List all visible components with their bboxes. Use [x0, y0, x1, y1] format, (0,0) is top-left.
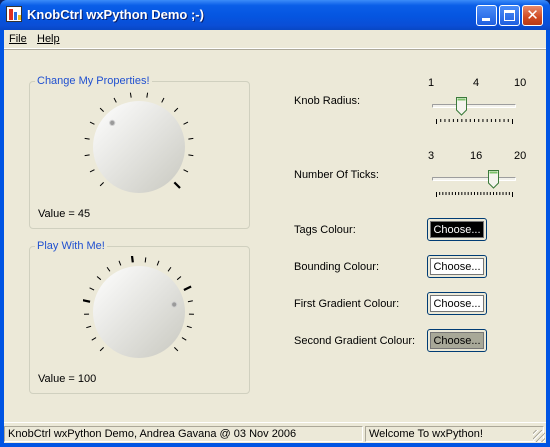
knob-tick — [96, 276, 102, 281]
knob-tick — [84, 154, 90, 157]
knob-tick — [113, 97, 117, 103]
knob-indicator — [109, 119, 116, 127]
first-gradient-colour-swatch: Choose... — [430, 295, 484, 312]
knob-tick — [174, 107, 179, 112]
menu-bar: File Help — [4, 30, 546, 49]
app-icon[interactable] — [6, 6, 22, 22]
knob-radius-ticks — [436, 119, 513, 124]
close-icon: ✕ — [526, 6, 539, 24]
first-gradient-colour-button[interactable]: Choose... — [427, 292, 487, 315]
status-bar: KnobCtrl wxPython Demo, Andrea Gavana @ … — [4, 422, 546, 443]
knob-tick — [89, 169, 95, 173]
bounding-colour-swatch: Choose... — [430, 258, 484, 275]
first-gradient-colour-label: First Gradient Colour: — [294, 298, 400, 310]
knob-indicator — [171, 301, 178, 308]
maximize-button[interactable] — [499, 5, 520, 26]
tags-colour-button[interactable]: Choose... — [427, 218, 487, 241]
knob-radius-thumb[interactable] — [456, 97, 468, 116]
menu-file-label: File — [9, 33, 27, 45]
status-field-right: Welcome To wxPython! — [365, 426, 544, 442]
knob-tick — [106, 266, 111, 272]
menu-file[interactable]: File — [9, 33, 27, 45]
knob1-value: Value = 45 — [38, 208, 91, 220]
menu-help-label: Help — [37, 33, 60, 45]
close-button[interactable]: ✕ — [522, 5, 543, 26]
knob-tick — [188, 137, 194, 140]
second-gradient-colour-swatch: Choose... — [430, 332, 484, 349]
knob-tick — [129, 92, 132, 98]
knob-tick — [161, 97, 165, 103]
knob-radius-label: Knob Radius: — [294, 95, 361, 107]
knob-tick — [173, 181, 181, 189]
knob-tick — [144, 257, 147, 263]
knob-tick — [174, 347, 179, 352]
number-of-ticks-track[interactable] — [432, 177, 516, 181]
knob-tick — [130, 256, 134, 263]
number-of-ticks-slider[interactable]: 3 16 20 — [428, 150, 527, 200]
knob-face[interactable] — [93, 266, 185, 358]
knob-tick — [156, 260, 160, 266]
knob-radius-value-label: 4 — [473, 77, 480, 89]
window-title: KnobCtrl wxPython Demo ;-) — [27, 7, 204, 22]
knob-tick — [181, 337, 187, 341]
knob1-control[interactable] — [83, 91, 195, 203]
knob-tick — [99, 107, 104, 112]
number-of-ticks-thumb[interactable] — [487, 170, 499, 189]
knob-tick — [167, 266, 172, 272]
menu-help[interactable]: Help — [37, 33, 60, 45]
knob1-group-title: Change My Properties! — [35, 75, 152, 87]
status-field-left: KnobCtrl wxPython Demo, Andrea Gavana @ … — [4, 426, 363, 442]
client-area: File Help Change My Properties! Value = … — [4, 30, 546, 443]
second-gradient-colour-button[interactable]: Choose... — [427, 329, 487, 352]
minimize-icon — [482, 18, 490, 21]
knob-tick — [89, 121, 95, 125]
number-of-ticks-ticks — [436, 192, 513, 197]
knob-tick — [91, 337, 97, 341]
knob-radius-slider[interactable]: 1 4 10 — [428, 77, 527, 127]
knob-tick — [84, 137, 90, 140]
knob-tick — [183, 285, 192, 292]
knob-tick — [86, 325, 92, 329]
knob-tick — [89, 287, 95, 291]
tags-colour-label: Tags Colour: — [294, 224, 356, 236]
knob-tick — [187, 300, 193, 303]
knob-tick — [99, 347, 104, 352]
knob2-group-title: Play With Me! — [35, 240, 107, 252]
tags-colour-swatch: Choose... — [430, 221, 484, 238]
knob-tick — [183, 121, 189, 125]
second-gradient-colour-label: Second Gradient Colour: — [294, 335, 416, 347]
knob-tick — [118, 260, 122, 266]
knob-tick — [183, 169, 189, 173]
knob2-control[interactable] — [83, 256, 195, 368]
knob-radius-max-label: 10 — [514, 77, 527, 89]
size-grip-icon[interactable] — [533, 430, 545, 442]
title-bar[interactable]: KnobCtrl wxPython Demo ;-) ✕ — [0, 0, 550, 30]
number-of-ticks-max-label: 20 — [514, 150, 527, 162]
bounding-colour-label: Bounding Colour: — [294, 261, 380, 273]
number-of-ticks-value-label: 16 — [470, 150, 483, 162]
knob2-value: Value = 100 — [38, 373, 97, 385]
knob-tick — [188, 154, 194, 157]
bounding-colour-button[interactable]: Choose... — [427, 255, 487, 278]
maximize-icon — [504, 10, 515, 21]
knob-tick — [99, 182, 104, 187]
knob-face[interactable] — [93, 101, 185, 193]
knob-tick — [176, 276, 182, 281]
main-window: KnobCtrl wxPython Demo ;-) ✕ File Help C… — [0, 0, 550, 447]
knob-tick — [146, 92, 149, 98]
minimize-button[interactable] — [476, 5, 497, 26]
knob-tick — [83, 299, 91, 303]
knob-radius-track[interactable] — [432, 104, 516, 108]
number-of-ticks-label: Number Of Ticks: — [294, 169, 379, 181]
number-of-ticks-min-label: 3 — [428, 150, 435, 162]
knob-radius-min-label: 1 — [428, 77, 435, 89]
knob-tick — [186, 325, 192, 329]
